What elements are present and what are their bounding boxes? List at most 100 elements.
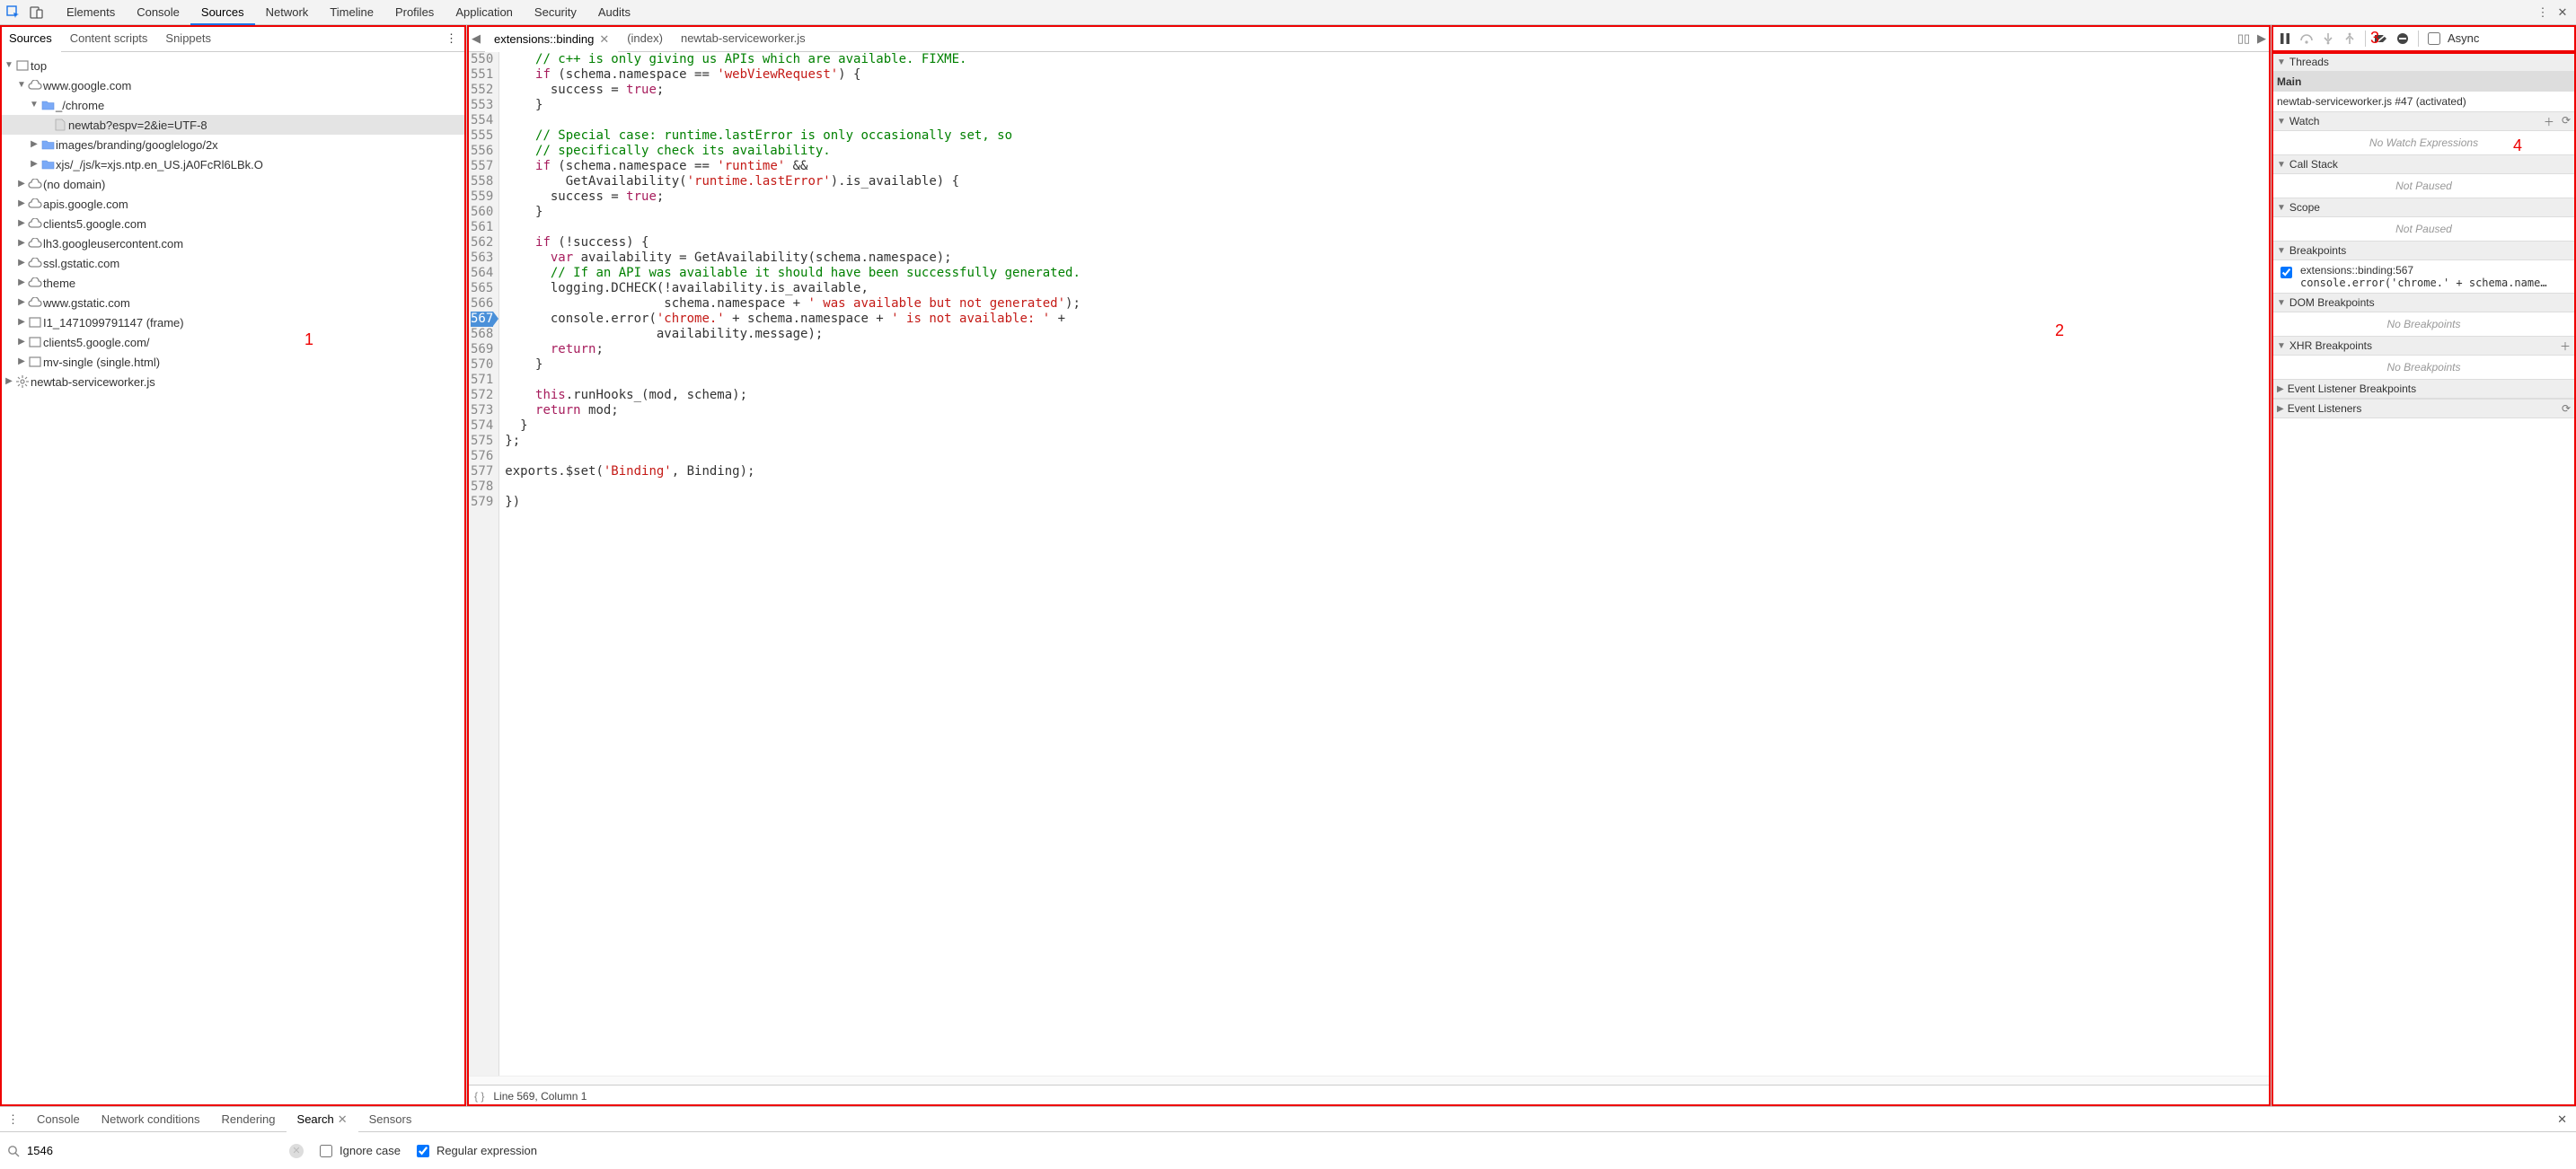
main-tab-console[interactable]: Console — [126, 0, 190, 25]
gutter-line[interactable]: 566 — [471, 296, 493, 312]
toggle-device-toolbar-icon[interactable] — [27, 3, 47, 22]
code-line[interactable]: success = true; — [505, 189, 1081, 205]
navigator-tab-content-scripts[interactable]: Content scripts — [61, 25, 157, 52]
main-tab-timeline[interactable]: Timeline — [319, 0, 384, 25]
main-tab-network[interactable]: Network — [255, 0, 320, 25]
code-line[interactable] — [505, 373, 1081, 388]
code-line[interactable]: return; — [505, 342, 1081, 357]
gutter-line[interactable]: 561 — [471, 220, 493, 235]
code-line[interactable] — [505, 479, 1081, 495]
drawer-tab-console[interactable]: Console — [26, 1107, 91, 1132]
breakpoint-item[interactable]: extensions::binding:567 console.error('c… — [2272, 260, 2576, 293]
tree-item[interactable]: ▶lh3.googleusercontent.com — [0, 233, 466, 253]
gutter-line[interactable]: 562 — [471, 235, 493, 250]
main-tab-application[interactable]: Application — [445, 0, 524, 25]
code-line[interactable]: if (schema.namespace == 'webViewRequest'… — [505, 67, 1081, 83]
gutter-line[interactable]: 579 — [471, 495, 493, 510]
tree-item[interactable]: ▶clients5.google.com — [0, 214, 466, 233]
watch-refresh-icon[interactable]: ⟳ — [2562, 114, 2571, 129]
gutter-line[interactable]: 569 — [471, 342, 493, 357]
gutter-line[interactable]: 570 — [471, 357, 493, 373]
main-tab-profiles[interactable]: Profiles — [384, 0, 445, 25]
gutter-line[interactable]: 552 — [471, 83, 493, 98]
gutter-line[interactable]: 550 — [471, 52, 493, 67]
gutter-line[interactable]: 553 — [471, 98, 493, 113]
watch-add-icon[interactable]: ＋ — [2544, 114, 2554, 129]
code-line[interactable]: if (schema.namespace == 'runtime' && — [505, 159, 1081, 174]
xhr-add-icon[interactable]: ＋ — [2560, 338, 2571, 354]
navigator-tab-sources[interactable]: Sources — [0, 25, 61, 52]
code-line[interactable]: } — [505, 205, 1081, 220]
close-tab-icon[interactable]: ✕ — [599, 32, 609, 47]
tree-item[interactable]: ▶I1_1471099791147 (frame) — [0, 312, 466, 332]
nav-back-icon[interactable]: ◀ — [467, 31, 485, 46]
code-line[interactable]: exports.$set('Binding', Binding); — [505, 464, 1081, 479]
tree-item[interactable]: ▶www.gstatic.com — [0, 293, 466, 312]
tree-item[interactable]: ▶images/branding/googlelogo/2x — [0, 135, 466, 154]
event-listener-breakpoints-header[interactable]: ▶Event Listener Breakpoints — [2272, 379, 2576, 399]
show-navigator-icon[interactable]: ▯▯ — [2235, 31, 2253, 46]
tree-item[interactable]: ▶mv-single (single.html) — [0, 352, 466, 372]
code-editor[interactable]: 5505515525535545555565575585595605615625… — [467, 52, 2271, 1076]
tree-item[interactable]: ▶clients5.google.com/ — [0, 332, 466, 352]
drawer-tab-search[interactable]: Search✕ — [287, 1107, 358, 1132]
tree-item[interactable]: ▶ssl.gstatic.com — [0, 253, 466, 273]
gutter-line[interactable]: 556 — [471, 144, 493, 159]
xhr-breakpoints-header[interactable]: ▼XHR Breakpoints ＋ — [2272, 336, 2576, 356]
code-line[interactable]: return mod; — [505, 403, 1081, 418]
code-line[interactable]: // c++ is only giving us APIs which are … — [505, 52, 1081, 67]
file-tab[interactable]: extensions::binding✕ — [485, 25, 618, 52]
tree-item[interactable]: ▶apis.google.com — [0, 194, 466, 214]
main-tab-audits[interactable]: Audits — [587, 0, 641, 25]
close-drawer-tab-icon[interactable]: ✕ — [338, 1112, 348, 1126]
code-line[interactable]: // Special case: runtime.lastError is on… — [505, 128, 1081, 144]
gutter-line[interactable]: 555 — [471, 128, 493, 144]
regex-checkbox[interactable]: Regular expression — [413, 1142, 537, 1160]
code-line[interactable]: GetAvailability('runtime.lastError').is_… — [505, 174, 1081, 189]
dom-breakpoints-header[interactable]: ▼DOM Breakpoints — [2272, 293, 2576, 312]
gutter-line[interactable]: 567 — [471, 312, 493, 327]
gutter-line[interactable]: 577 — [471, 464, 493, 479]
step-into-icon[interactable] — [2318, 29, 2338, 48]
file-tab[interactable]: (index) — [618, 25, 672, 52]
scope-header[interactable]: ▼Scope — [2272, 198, 2576, 217]
gutter-line[interactable]: 557 — [471, 159, 493, 174]
clear-search-icon[interactable]: ✕ — [289, 1144, 304, 1158]
tree-item[interactable]: ▶(no domain) — [0, 174, 466, 194]
gutter-line[interactable]: 559 — [471, 189, 493, 205]
drawer-tab-network-conditions[interactable]: Network conditions — [91, 1107, 211, 1132]
tree-item[interactable]: newtab?espv=2&ie=UTF-8 — [0, 115, 466, 135]
main-tab-security[interactable]: Security — [524, 0, 587, 25]
gutter-line[interactable]: 575 — [471, 434, 493, 449]
gutter-line[interactable]: 578 — [471, 479, 493, 495]
pretty-print-icon[interactable]: { } — [474, 1090, 484, 1103]
breakpoints-header[interactable]: ▼Breakpoints — [2272, 241, 2576, 260]
code-line[interactable] — [505, 449, 1081, 464]
sources-file-tree[interactable]: ▼top▼www.google.com▼_/chromenewtab?espv=… — [0, 52, 466, 1106]
breakpoint-checkbox[interactable] — [2280, 267, 2292, 278]
code-line[interactable]: logging.DCHECK(!availability.is_availabl… — [505, 281, 1081, 296]
gutter-line[interactable]: 564 — [471, 266, 493, 281]
nav-forward-icon[interactable]: ▶ — [2253, 31, 2271, 46]
drawer-close-icon[interactable]: ✕ — [2548, 1112, 2576, 1127]
code-line[interactable]: this.runHooks_(mod, schema); — [505, 388, 1081, 403]
code-line[interactable]: } — [505, 98, 1081, 113]
code-line[interactable]: // If an API was available it should hav… — [505, 266, 1081, 281]
thread-worker[interactable]: newtab-serviceworker.js #47 (activated) — [2272, 92, 2576, 111]
code-line[interactable]: availability.message); — [505, 327, 1081, 342]
editor-horizontal-scrollbar[interactable] — [467, 1076, 2271, 1085]
pause-on-exceptions-icon[interactable] — [2393, 29, 2413, 48]
async-checkbox[interactable]: Async — [2424, 30, 2479, 48]
tree-item[interactable]: ▼top — [0, 56, 466, 75]
gutter-line[interactable]: 568 — [471, 327, 493, 342]
ignore-case-checkbox[interactable]: Ignore case — [316, 1142, 401, 1160]
code-line[interactable]: // specifically check its availability. — [505, 144, 1081, 159]
code-line[interactable]: var availability = GetAvailability(schem… — [505, 250, 1081, 266]
gutter-line[interactable]: 554 — [471, 113, 493, 128]
search-field[interactable]: ✕ — [7, 1143, 304, 1158]
watch-header[interactable]: ▼Watch ＋⟳ — [2272, 111, 2576, 131]
code-line[interactable]: schema.namespace + ' was available but n… — [505, 296, 1081, 312]
code-line[interactable] — [505, 113, 1081, 128]
gutter-line[interactable]: 558 — [471, 174, 493, 189]
event-listeners-header[interactable]: ▶Event Listeners ⟳ — [2272, 399, 2576, 418]
